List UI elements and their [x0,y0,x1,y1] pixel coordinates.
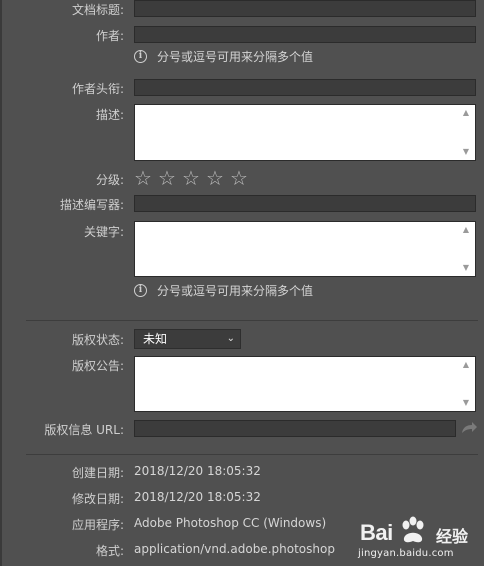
scroll-down-icon[interactable]: ▼ [461,147,471,157]
author-title-label: 作者头衔: [71,82,124,96]
chevron-down-icon: ⌄ [226,333,235,344]
rating-stars[interactable]: ☆ ☆ ☆ ☆ ☆ [134,168,254,188]
application-label: 应用程序: [71,518,124,532]
author-hint-text: 分号或逗号可用来分隔多个值 [157,50,314,64]
keywords-textarea[interactable]: ▲ ▼ [134,221,476,277]
modified-date-value: 2018/12/20 18:05:32 [134,490,261,504]
description-textarea[interactable]: ▲ ▼ [134,104,476,161]
section-divider [26,454,478,455]
star-outline-icon[interactable]: ☆ [158,168,182,188]
star-outline-icon[interactable]: ☆ [206,168,230,188]
doc-title-input[interactable] [134,0,476,17]
panel-left-edge [0,0,2,566]
copyright-status-value: 未知 [143,332,168,346]
star-outline-icon[interactable]: ☆ [134,168,158,188]
copyright-status-label: 版权状态: [71,333,124,347]
author-input[interactable] [134,26,476,43]
scroll-down-icon[interactable]: ▼ [461,263,471,273]
scroll-up-icon[interactable]: ▲ [461,360,471,370]
copyright-notice-textarea[interactable]: ▲ ▼ [134,356,476,412]
star-outline-icon[interactable]: ☆ [230,168,254,188]
copyright-notice-label: 版权公告: [71,359,124,373]
star-outline-icon[interactable]: ☆ [182,168,206,188]
keywords-hint: i 分号或逗号可用来分隔多个值 [134,282,313,299]
author-title-input[interactable] [134,79,476,96]
modified-date-label: 修改日期: [71,492,124,506]
author-hint: i 分号或逗号可用来分隔多个值 [134,48,313,65]
copyright-status-select[interactable]: 未知 ⌄ [134,329,241,349]
description-writer-label: 描述编写器: [59,198,124,212]
share-arrow-icon[interactable] [460,420,478,436]
baidu-jingyan-watermark: Bai 经验 jingyan.baidu.com [356,516,476,562]
format-label: 格式: [95,544,124,558]
keywords-hint-text: 分号或逗号可用来分隔多个值 [157,284,314,298]
author-label: 作者: [95,29,124,43]
scroll-up-icon[interactable]: ▲ [461,225,471,235]
created-date-label: 创建日期: [71,466,124,480]
created-date-value: 2018/12/20 18:05:32 [134,464,261,478]
rating-label: 分级: [95,173,124,187]
application-value: Adobe Photoshop CC (Windows) [134,516,327,530]
doc-title-label: 文档标题: [71,3,124,17]
description-label: 描述: [95,108,124,122]
description-writer-input[interactable] [134,195,476,212]
section-divider [26,320,478,321]
watermark-url: jingyan.baidu.com [358,548,454,559]
format-value: application/vnd.adobe.photoshop [134,542,335,556]
paw-logo-icon [402,516,424,543]
copyright-url-input[interactable] [134,420,456,437]
scroll-down-icon[interactable]: ▼ [461,398,471,408]
info-circle-icon: i [134,50,147,63]
copyright-url-label: 版权信息 URL: [44,423,124,437]
watermark-cn: 经验 [436,527,469,546]
watermark-brand: Bai [360,520,393,545]
keywords-label: 关键字: [83,225,124,239]
scroll-up-icon[interactable]: ▲ [461,108,471,118]
info-circle-icon: i [134,284,147,297]
